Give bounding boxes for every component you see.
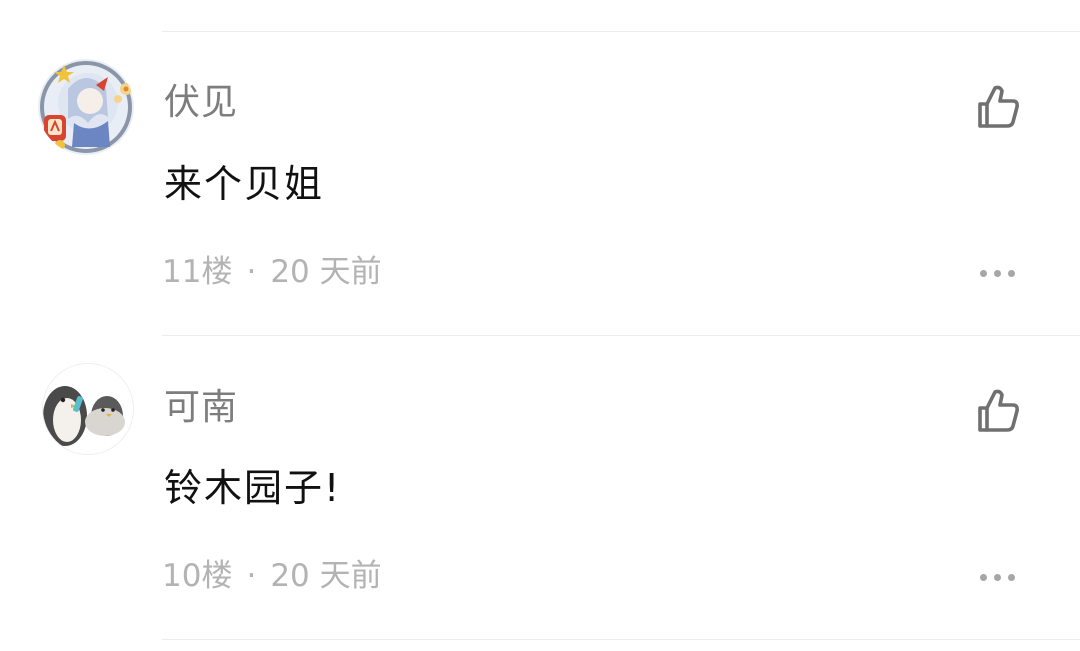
like-button[interactable] [972, 81, 1024, 133]
meta-separator: · [246, 558, 257, 594]
more-options-button[interactable] [976, 264, 1020, 284]
comment-meta: 10楼 · 20 天前 [162, 558, 382, 594]
timestamp: 20 天前 [270, 558, 382, 594]
like-button[interactable] [972, 385, 1024, 437]
comment-item: 伏见 来个贝姐 11楼 · 20 天前 [0, 31, 1080, 335]
floor-number: 11楼 [162, 254, 233, 290]
divider [162, 639, 1080, 640]
thumbs-up-icon [978, 389, 1019, 432]
username[interactable]: 可南 [164, 388, 238, 428]
anime-character-avatar-image [38, 59, 134, 155]
penguin-avatar-image [43, 364, 133, 454]
comment-content: 铃木园子! [164, 466, 342, 510]
username[interactable]: 伏见 [164, 83, 238, 123]
thumbs-up-icon [978, 85, 1019, 128]
comment-meta: 11楼 · 20 天前 [162, 254, 382, 290]
comment-content: 来个贝姐 [164, 162, 325, 206]
meta-separator: · [246, 254, 257, 290]
more-options-button[interactable] [976, 568, 1020, 588]
avatar[interactable] [42, 363, 134, 455]
avatar[interactable] [38, 59, 134, 155]
comment-item: 可南 铃木园子! 10楼 · 20 天前 [0, 335, 1080, 639]
floor-number: 10楼 [162, 558, 233, 594]
timestamp: 20 天前 [270, 254, 382, 290]
